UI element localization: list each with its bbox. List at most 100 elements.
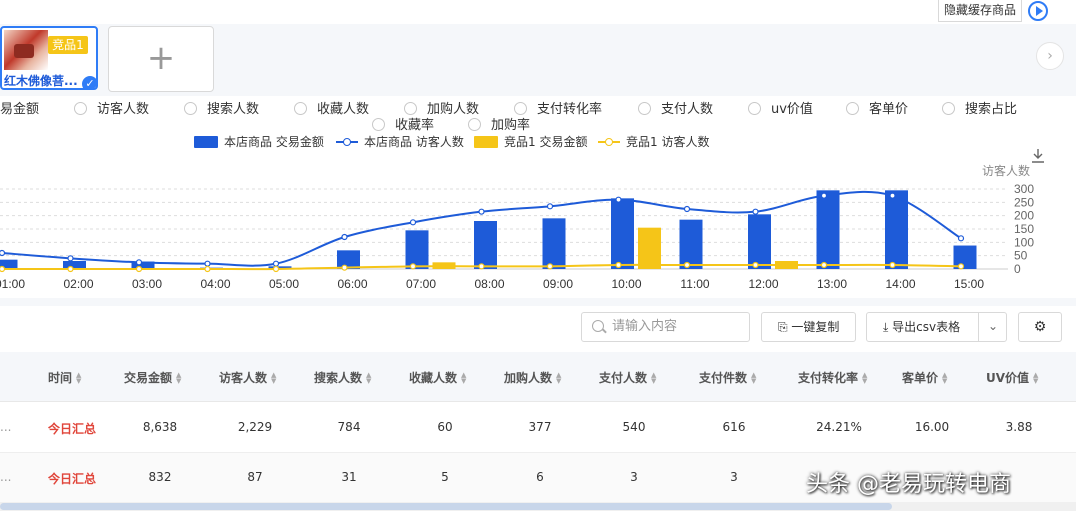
x-tick-label: 13:00 <box>817 277 847 291</box>
sort-icon[interactable]: ▲ ▼ <box>461 372 466 385</box>
column-header-label: 支付件数 <box>699 371 748 385</box>
metric-label: uv价值 <box>771 102 813 117</box>
y-tick-label: 50 <box>1014 249 1028 263</box>
x-tick-label: 03:00 <box>132 277 162 291</box>
product-thumbnail <box>4 30 48 70</box>
line-point <box>683 261 691 269</box>
column-header[interactable]: 访客人数 ▲ ▼ <box>219 369 276 386</box>
table-cell: 784 <box>337 420 361 434</box>
y-tick-label: 150 <box>1014 222 1034 236</box>
line-point <box>272 260 280 267</box>
sort-icon[interactable]: ▲ ▼ <box>556 372 561 385</box>
legend-store-amount[interactable]: 本店商品 交易金额 <box>194 133 324 150</box>
sort-icon[interactable]: ▲ ▼ <box>271 372 276 385</box>
column-header[interactable]: 客单价 ▲ ▼ <box>902 369 947 386</box>
download-icon[interactable] <box>1030 148 1046 164</box>
chevron-right-icon[interactable]: › <box>1036 42 1064 70</box>
play-icon[interactable] <box>1028 1 1048 21</box>
metric-option[interactable]: 收藏率 <box>372 114 434 133</box>
line-point <box>409 263 417 270</box>
column-header[interactable]: UV价值 ▲ ▼ <box>986 369 1038 386</box>
copy-all-button[interactable]: ⎘ 一键复制 <box>761 312 856 342</box>
sort-icon[interactable]: ▲ ▼ <box>942 372 947 385</box>
rival-tag: 竞品1 <box>48 36 88 54</box>
y-tick-label: 200 <box>1014 209 1034 223</box>
chevron-down-icon[interactable]: ⌄ <box>978 312 1007 342</box>
scrollbar-thumb[interactable] <box>0 503 892 510</box>
metric-option[interactable]: 访客人数 <box>74 98 149 117</box>
product-strip: 竞品1 红木佛像菩... ✓ + › <box>0 24 1076 96</box>
bar <box>885 190 908 269</box>
column-header[interactable]: 支付人数 ▲ ▼ <box>599 369 656 386</box>
line-point <box>752 208 759 215</box>
sort-icon[interactable]: ▲ ▼ <box>862 372 867 385</box>
line-point <box>409 219 417 226</box>
x-tick-label: 14:00 <box>885 277 915 291</box>
sort-icon[interactable]: ▲ ▼ <box>76 372 81 385</box>
metric-option[interactable]: 支付人数 <box>638 98 713 117</box>
metric-option[interactable]: 搜索占比 <box>942 98 1017 117</box>
y-tick-label: 300 <box>1014 182 1034 196</box>
column-header[interactable]: 收藏人数 ▲ ▼ <box>409 369 466 386</box>
radio-button[interactable] <box>74 102 87 115</box>
x-tick-label: 07:00 <box>406 277 436 291</box>
bar <box>542 218 566 269</box>
radio-button[interactable] <box>294 102 307 115</box>
sort-icon[interactable]: ▲ ▼ <box>176 372 181 385</box>
metric-option[interactable]: 易金额 <box>0 98 39 117</box>
radio-button[interactable] <box>372 118 385 131</box>
table-cell: 今日汇总 <box>47 422 97 436</box>
y-tick-label: 100 <box>1014 235 1034 249</box>
x-tick-label: 01:00 <box>0 277 25 291</box>
metric-label: 加购率 <box>491 118 531 133</box>
radio-button[interactable] <box>638 102 651 115</box>
table-cell: 16.00 <box>914 420 950 434</box>
hide-cached-products-button[interactable]: 隐藏缓存商品 <box>938 0 1022 22</box>
line-point <box>546 263 554 270</box>
column-header[interactable]: 搜索人数 ▲ ▼ <box>314 369 371 386</box>
line-point <box>957 235 965 242</box>
top-bar: 隐藏缓存商品 <box>0 0 1076 24</box>
settings-button[interactable]: ⚙ <box>1018 312 1062 342</box>
legend-rival-visitors[interactable]: 竞品1 访客人数 <box>598 133 709 150</box>
table-cell: 87 <box>247 470 263 484</box>
table-cell: 3 <box>730 470 738 484</box>
table-cell: ... <box>0 420 12 434</box>
x-tick-label: 12:00 <box>748 277 778 291</box>
table-row[interactable]: ... 今日汇总 8,638 2,229 784 60 377 540 616 24.21% 16.… <box>0 403 1076 453</box>
metric-option[interactable]: 收藏人数 <box>294 98 369 117</box>
metric-option[interactable]: 搜索人数 <box>184 98 259 117</box>
table-cell: 24.21% <box>816 420 862 434</box>
table-cell: 540 <box>622 420 646 434</box>
column-header[interactable]: 时间 ▲ ▼ <box>48 369 81 386</box>
download-icon: ⤓ <box>883 320 893 334</box>
column-header-label: 支付转化率 <box>798 371 859 385</box>
column-header[interactable]: 支付转化率 ▲ ▼ <box>798 369 867 386</box>
copy-icon: ⎘ <box>778 320 792 334</box>
radio-button[interactable] <box>184 102 197 115</box>
column-header[interactable]: 加购人数 ▲ ▼ <box>504 369 561 386</box>
search-input[interactable]: 请输入内容 <box>581 312 750 342</box>
sort-icon[interactable]: ▲ ▼ <box>366 372 371 385</box>
radio-button[interactable] <box>846 102 859 115</box>
column-header[interactable]: 交易金额 ▲ ▼ <box>124 369 181 386</box>
radio-button[interactable] <box>942 102 955 115</box>
metric-label: 收藏率 <box>395 118 435 133</box>
metric-option[interactable]: uv价值 <box>748 98 813 117</box>
sort-icon[interactable]: ▲ ▼ <box>751 372 756 385</box>
metric-option[interactable]: 加购率 <box>468 114 530 133</box>
radio-button[interactable] <box>468 118 481 131</box>
radio-button[interactable] <box>748 102 761 115</box>
horizontal-scrollbar[interactable] <box>0 502 1076 511</box>
legend-store-visitors[interactable]: 本店商品 访客人数 <box>336 133 464 150</box>
table-cell: 31 <box>341 470 357 484</box>
add-product-button[interactable]: + <box>108 26 214 92</box>
legend-rival-amount[interactable]: 竞品1 交易金额 <box>474 133 587 150</box>
sort-icon[interactable]: ▲ ▼ <box>651 372 656 385</box>
metric-option[interactable]: 客单价 <box>846 98 908 117</box>
sort-icon[interactable]: ▲ ▼ <box>1033 372 1038 385</box>
table-cell: 2,229 <box>237 420 273 434</box>
y-tick-label: 0 <box>1014 262 1021 276</box>
product-card[interactable]: 竞品1 红木佛像菩... ✓ <box>0 26 98 90</box>
column-header[interactable]: 支付件数 ▲ ▼ <box>699 369 756 386</box>
